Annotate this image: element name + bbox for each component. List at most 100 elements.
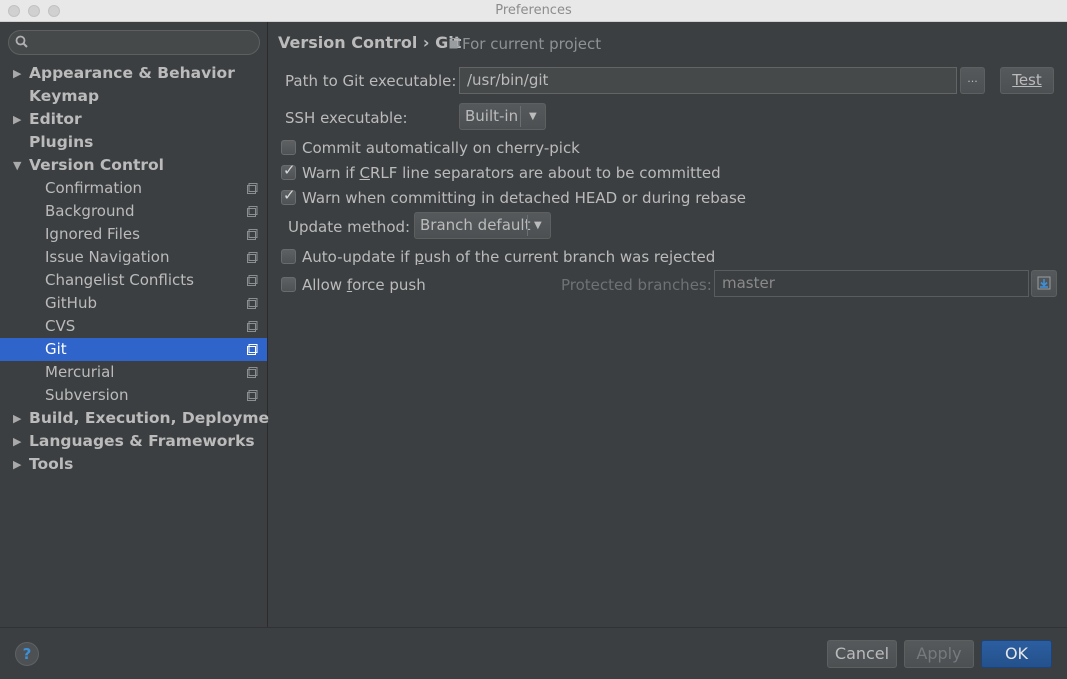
- collapsed-arrow-icon[interactable]: ▶: [13, 62, 21, 85]
- search-icon: [15, 35, 28, 48]
- protected-branches-field[interactable]: master: [714, 270, 1029, 297]
- project-scope-icon: [247, 229, 258, 240]
- git-settings-panel: Version Control › Git For current projec…: [269, 22, 1067, 627]
- sidebar-item-build-execution-deployment[interactable]: ▶ Build, Execution, Deployment: [0, 407, 288, 430]
- sidebar-item-label: Subversion: [45, 386, 129, 404]
- sidebar-item-languages-frameworks[interactable]: ▶ Languages & Frameworks: [0, 430, 267, 453]
- auto-update-label: Auto-update if push of the current branc…: [302, 248, 715, 266]
- cherry-pick-label: Commit automatically on cherry-pick: [302, 139, 580, 157]
- sidebar-item-appearance-behavior[interactable]: ▶ Appearance & Behavior: [0, 62, 267, 85]
- project-scope-icon: [247, 206, 258, 217]
- auto-update-mnemonic: p: [414, 248, 424, 266]
- browse-button[interactable]: ...: [960, 67, 985, 94]
- sidebar-item-label: GitHub: [45, 294, 97, 312]
- project-scope-icon: [247, 367, 258, 378]
- apply-button[interactable]: Apply: [904, 640, 974, 668]
- chevron-down-icon: ▼: [534, 220, 542, 231]
- project-scope-icon: [247, 275, 258, 286]
- update-method-select[interactable]: Branch default ▼: [414, 212, 551, 239]
- title-bar: Preferences: [0, 0, 1067, 22]
- project-scope-icon: [247, 183, 258, 194]
- update-method-label: Update method:: [288, 218, 411, 236]
- sidebar-item-ignored-files[interactable]: Ignored Files: [0, 223, 267, 246]
- collapsed-arrow-icon[interactable]: ▶: [13, 108, 21, 131]
- update-method-value: Branch default: [420, 216, 531, 234]
- sidebar-item-mercurial[interactable]: Mercurial: [0, 361, 267, 384]
- sidebar-item-label: Build, Execution, Deployment: [29, 409, 288, 427]
- ssh-executable-select[interactable]: Built-in ▼: [459, 103, 546, 130]
- combo-divider: [520, 106, 521, 127]
- sidebar-item-label: Changelist Conflicts: [45, 271, 194, 289]
- sidebar-item-label: Tools: [29, 455, 74, 473]
- cherry-pick-checkbox[interactable]: [281, 140, 296, 155]
- project-scope-icon: [247, 390, 258, 401]
- auto-update-post: ush of the current branch was rejected: [423, 248, 716, 266]
- settings-sidebar: ▶ Appearance & Behavior Keymap ▶ Editor Plugi…: [0, 22, 288, 627]
- sidebar-item-version-control[interactable]: ▼ Version Control: [0, 154, 267, 177]
- sidebar-item-subversion[interactable]: Subversion: [0, 384, 267, 407]
- test-button[interactable]: Test: [1000, 67, 1054, 94]
- sidebar-item-background[interactable]: Background: [0, 200, 267, 223]
- project-scope-icon: [247, 298, 258, 309]
- sidebar-item-label: Ignored Files: [45, 225, 140, 243]
- cancel-button[interactable]: Cancel: [827, 640, 897, 668]
- force-push-post: orce push: [352, 276, 426, 294]
- sidebar-item-label: Editor: [29, 110, 82, 128]
- sidebar-item-label: Confirmation: [45, 179, 143, 197]
- sidebar-item-changelist-conflicts[interactable]: Changelist Conflicts: [0, 269, 267, 292]
- insert-icon: [1037, 276, 1051, 290]
- sidebar-item-label: CVS: [45, 317, 76, 335]
- sidebar-item-label: Issue Navigation: [45, 248, 170, 266]
- project-scope-icon: [449, 38, 460, 49]
- help-button[interactable]: ?: [15, 642, 39, 666]
- force-push-checkbox[interactable]: [281, 277, 296, 292]
- sidebar-item-confirmation[interactable]: Confirmation: [0, 177, 267, 200]
- auto-update-pre: Auto-update if: [302, 248, 415, 266]
- sidebar-item-label: Languages & Frameworks: [29, 432, 255, 450]
- collapsed-arrow-icon[interactable]: ▶: [13, 453, 21, 476]
- crlf-label-post: RLF line separators are about to be comm…: [369, 164, 721, 182]
- collapsed-arrow-icon[interactable]: ▶: [13, 430, 21, 453]
- sidebar-item-label: Version Control: [29, 156, 164, 174]
- ssh-value: Built-in: [465, 107, 519, 125]
- dialog-footer: ? Cancel Apply OK: [0, 627, 1067, 679]
- ssh-label: SSH executable:: [285, 109, 408, 127]
- sidebar-item-label: Keymap: [29, 87, 100, 105]
- crlf-checkbox[interactable]: ✓: [281, 161, 296, 180]
- auto-update-checkbox[interactable]: [281, 249, 296, 264]
- collapsed-arrow-icon[interactable]: ▶: [13, 407, 21, 430]
- detached-head-checkbox[interactable]: ✓: [281, 186, 296, 205]
- checkmark-icon: ✓: [283, 161, 296, 179]
- crlf-label: Warn if CRLF line separators are about t…: [302, 164, 721, 182]
- search-input[interactable]: [8, 30, 260, 55]
- sidebar-item-issue-navigation[interactable]: Issue Navigation: [0, 246, 267, 269]
- sidebar-item-github[interactable]: GitHub: [0, 292, 267, 315]
- force-push-pre: Allow: [302, 276, 347, 294]
- sidebar-item-label: Plugins: [29, 133, 94, 151]
- path-label: Path to Git executable:: [285, 72, 457, 90]
- project-scope-icon: [247, 252, 258, 263]
- force-push-label: Allow force push: [302, 276, 426, 294]
- project-scope-icon: [247, 344, 258, 355]
- protected-branches-edit-button[interactable]: [1031, 270, 1057, 297]
- sidebar-item-label: Mercurial: [45, 363, 115, 381]
- sidebar-item-cvs[interactable]: CVS: [0, 315, 267, 338]
- sidebar-item-editor[interactable]: ▶ Editor: [0, 108, 267, 131]
- crlf-label-pre: Warn if: [302, 164, 360, 182]
- project-scope-icon: [247, 321, 258, 332]
- chevron-down-icon: ▼: [529, 111, 537, 122]
- sidebar-item-label: Background: [45, 202, 135, 220]
- window-title: Preferences: [495, 3, 572, 18]
- sidebar-item-git[interactable]: Git: [0, 338, 267, 361]
- ok-button[interactable]: OK: [981, 640, 1052, 668]
- crlf-label-mnemonic: C: [359, 164, 370, 182]
- combo-divider: [527, 215, 528, 236]
- git-path-field[interactable]: /usr/bin/git: [459, 67, 957, 94]
- breadcrumb: Version Control › Git: [278, 33, 462, 52]
- sidebar-item-keymap[interactable]: Keymap: [0, 85, 267, 108]
- sidebar-item-plugins[interactable]: Plugins: [0, 131, 267, 154]
- expanded-arrow-icon[interactable]: ▼: [13, 154, 21, 177]
- detached-head-label: Warn when committing in detached HEAD or…: [302, 189, 747, 207]
- test-button-label: Test: [1012, 71, 1042, 89]
- sidebar-item-tools[interactable]: ▶ Tools: [0, 453, 267, 476]
